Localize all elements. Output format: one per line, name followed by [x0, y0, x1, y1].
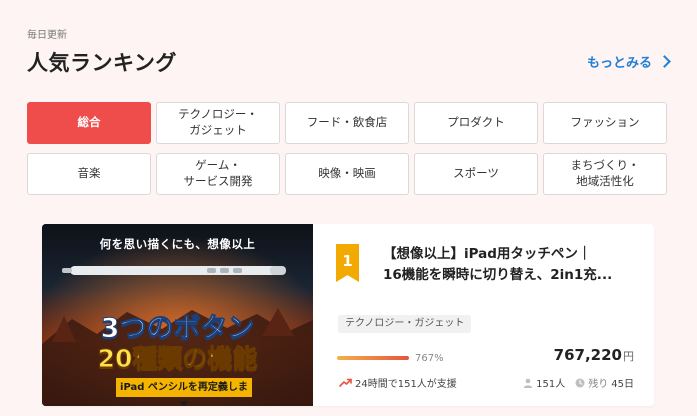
chevron-right-icon — [658, 55, 671, 68]
category-button-sports[interactable]: スポーツ — [414, 153, 538, 195]
funding-amount: 767,220円 — [554, 346, 634, 364]
project-thumbnail[interactable]: 何を思い描くにも、想像以上 3つのボタン 20種類の機能 iPad ペンシルを再… — [42, 224, 313, 406]
see-more-link[interactable]: もっとみる — [586, 52, 671, 71]
see-more-label: もっとみる — [586, 56, 652, 71]
section-title: 人気ランキング — [27, 51, 177, 75]
category-button-game[interactable]: ゲーム・ サービス開発 — [156, 153, 280, 195]
category-button-film[interactable]: 映像・映画 — [285, 153, 409, 195]
project-title-line-1: 【想像以上】iPad用タッチペン｜ — [383, 246, 592, 262]
ranking-card[interactable]: 何を思い描くにも、想像以上 3つのボタン 20種類の機能 iPad ペンシルを再… — [42, 224, 654, 406]
category-button-technology[interactable]: テクノロジー・ ガジェット — [156, 102, 280, 144]
category-filter-grid: 総合 テクノロジー・ ガジェット フード・飲食店 プロダクト ファッション 音楽… — [27, 102, 668, 195]
category-button-product[interactable]: プロダクト — [414, 102, 538, 144]
funding-progress-fill — [337, 356, 409, 360]
thumbnail-headline-2: 20種類の機能 — [97, 344, 258, 374]
currency-unit: 円 — [623, 350, 634, 363]
person-icon — [523, 378, 533, 388]
trending-up-icon — [339, 378, 352, 387]
remaining-days: 残り 45日 — [575, 375, 634, 390]
clock-icon — [575, 378, 585, 387]
funding-progress-bar — [337, 356, 409, 360]
supporters-count: 151人 — [523, 375, 565, 390]
project-title-line-2: 16機能を瞬時に切り替え、2in1充... — [383, 267, 613, 283]
funding-percent: 767% — [415, 353, 444, 364]
category-button-community[interactable]: まちづくり・ 地域活性化 — [543, 153, 667, 195]
remaining-prefix: 残り — [588, 379, 609, 390]
ranking-section: 毎日更新 人気ランキング もっとみる 総合 テクノロジー・ ガジェット フード・… — [0, 0, 697, 416]
category-button-overall[interactable]: 総合 — [27, 102, 151, 144]
project-title[interactable]: 【想像以上】iPad用タッチペン｜ 16機能を瞬時に切り替え、2in1充... — [383, 244, 643, 286]
rank-badge: 1 — [336, 244, 359, 282]
category-tag[interactable]: テクノロジー・ガジェット — [338, 315, 472, 333]
trend-text: 24時間で151人が支援 — [355, 379, 457, 390]
thumbnail-badge: iPad ペンシルを再定義します — [116, 378, 252, 406]
category-button-food[interactable]: フード・飲食店 — [285, 102, 409, 144]
category-button-fashion[interactable]: ファッション — [543, 102, 667, 144]
supporters-value: 151人 — [536, 379, 566, 390]
remaining-value: 45日 — [611, 379, 634, 390]
category-button-music[interactable]: 音楽 — [27, 153, 151, 195]
thumbnail-tagline: 何を思い描くにも、想像以上 — [99, 237, 256, 251]
update-frequency-label: 毎日更新 — [27, 30, 67, 41]
project-meta: 151人 残り 45日 — [523, 375, 634, 390]
funding-amount-value: 767,220 — [553, 346, 622, 364]
trend-info: 24時間で151人が支援 — [339, 375, 457, 390]
